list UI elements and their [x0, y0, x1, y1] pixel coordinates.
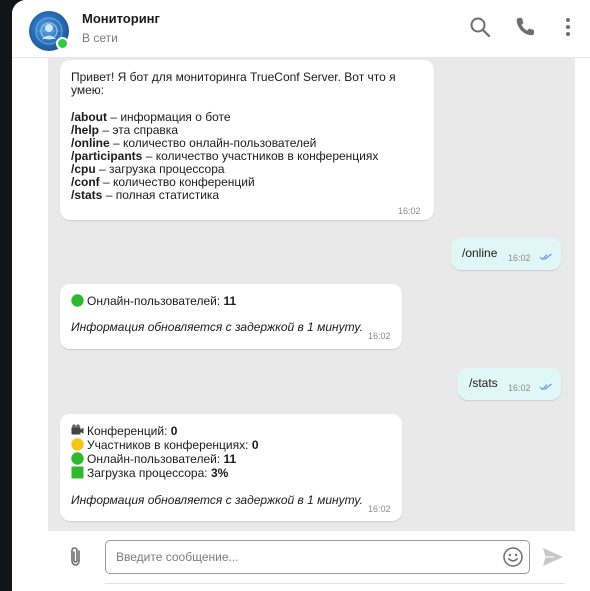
yellow-circle-icon	[71, 438, 84, 451]
command-name: /help	[71, 123, 100, 137]
green-square-icon	[71, 466, 84, 479]
message-incoming[interactable]: Онлайн-пользователей: 11 Информация обно…	[60, 284, 402, 349]
command-name: /online	[71, 136, 110, 150]
phone-icon	[516, 18, 534, 36]
message-time: 16:02	[508, 253, 531, 263]
message-time: 16:02	[508, 383, 531, 393]
search-button[interactable]	[467, 14, 493, 40]
video-camera-icon	[71, 424, 84, 435]
command-name: /conf	[71, 175, 100, 189]
command-description: – полная статистика	[102, 188, 220, 202]
composer-divider	[105, 583, 565, 584]
chat-header: Мониторинг В сети	[12, 0, 590, 58]
participants-value: 0	[251, 438, 259, 452]
online-users-label: Онлайн-пользователей:	[87, 294, 224, 308]
online-status-indicator	[56, 37, 69, 50]
command-name: /stats	[71, 188, 103, 202]
message-list[interactable]: Привет! Я бот для мониторинга TrueConf S…	[48, 58, 575, 531]
smile-icon[interactable]	[502, 546, 524, 568]
command-description: – количество конференций	[99, 175, 255, 189]
update-note: Информация обновляется с задержкой в 1 м…	[71, 320, 363, 334]
command-name: /about	[71, 110, 107, 124]
message-incoming[interactable]: Привет! Я бот для мониторинга TrueConf S…	[60, 60, 434, 220]
message-input[interactable]	[105, 540, 530, 574]
command-description: – информация о боте	[107, 110, 231, 124]
online-users-value: 11	[223, 452, 237, 466]
message-incoming[interactable]: Конференций: 0 Участников в конференциях…	[60, 414, 402, 521]
online-users-value: 11	[223, 294, 237, 308]
message-text: Привет! Я бот для мониторинга TrueConf S…	[71, 70, 396, 84]
cpu-load-value: 3%	[210, 466, 229, 480]
more-vertical-icon	[566, 18, 570, 36]
message-time: 16:02	[368, 331, 391, 341]
read-check-icon	[539, 253, 552, 261]
conferences-label: Конференций:	[87, 424, 171, 438]
read-check-icon	[539, 383, 552, 391]
cpu-load-label: Загрузка процессора:	[87, 466, 211, 480]
message-text: умею:	[71, 83, 105, 97]
command-name: /participants	[71, 149, 143, 163]
search-icon	[470, 17, 491, 38]
chat-window: Мониторинг В сети Привет! Я бот для мони…	[12, 0, 590, 591]
green-circle-icon	[71, 452, 84, 465]
green-circle-icon	[71, 294, 84, 307]
message-time: 16:02	[368, 504, 391, 514]
command-description: – эта справка	[99, 123, 178, 137]
command-description: – загрузка процессора	[95, 162, 225, 176]
online-users-label: Онлайн-пользователей:	[87, 452, 224, 466]
paperclip-icon[interactable]	[65, 545, 87, 569]
participants-label: Участников в конференциях:	[87, 438, 252, 452]
message-text: /online	[462, 246, 498, 260]
conferences-value: 0	[170, 424, 178, 438]
chat-title: Мониторинг	[82, 11, 160, 26]
message-composer	[48, 531, 575, 591]
message-outgoing[interactable]: /online 16:02	[451, 238, 561, 270]
command-name: /cpu	[71, 162, 96, 176]
command-description: – количество участников в конференциях	[142, 149, 379, 163]
update-note: Информация обновляется с задержкой в 1 м…	[71, 493, 363, 507]
message-text: /stats	[469, 376, 498, 390]
call-button[interactable]	[512, 14, 538, 40]
message-time: 16:02	[398, 206, 421, 216]
more-menu-button[interactable]	[555, 14, 581, 40]
command-description: – количество онлайн-пользователей	[109, 136, 317, 150]
message-outgoing[interactable]: /stats 16:02	[458, 368, 561, 400]
send-icon[interactable]	[542, 547, 564, 567]
chat-status: В сети	[82, 31, 118, 45]
